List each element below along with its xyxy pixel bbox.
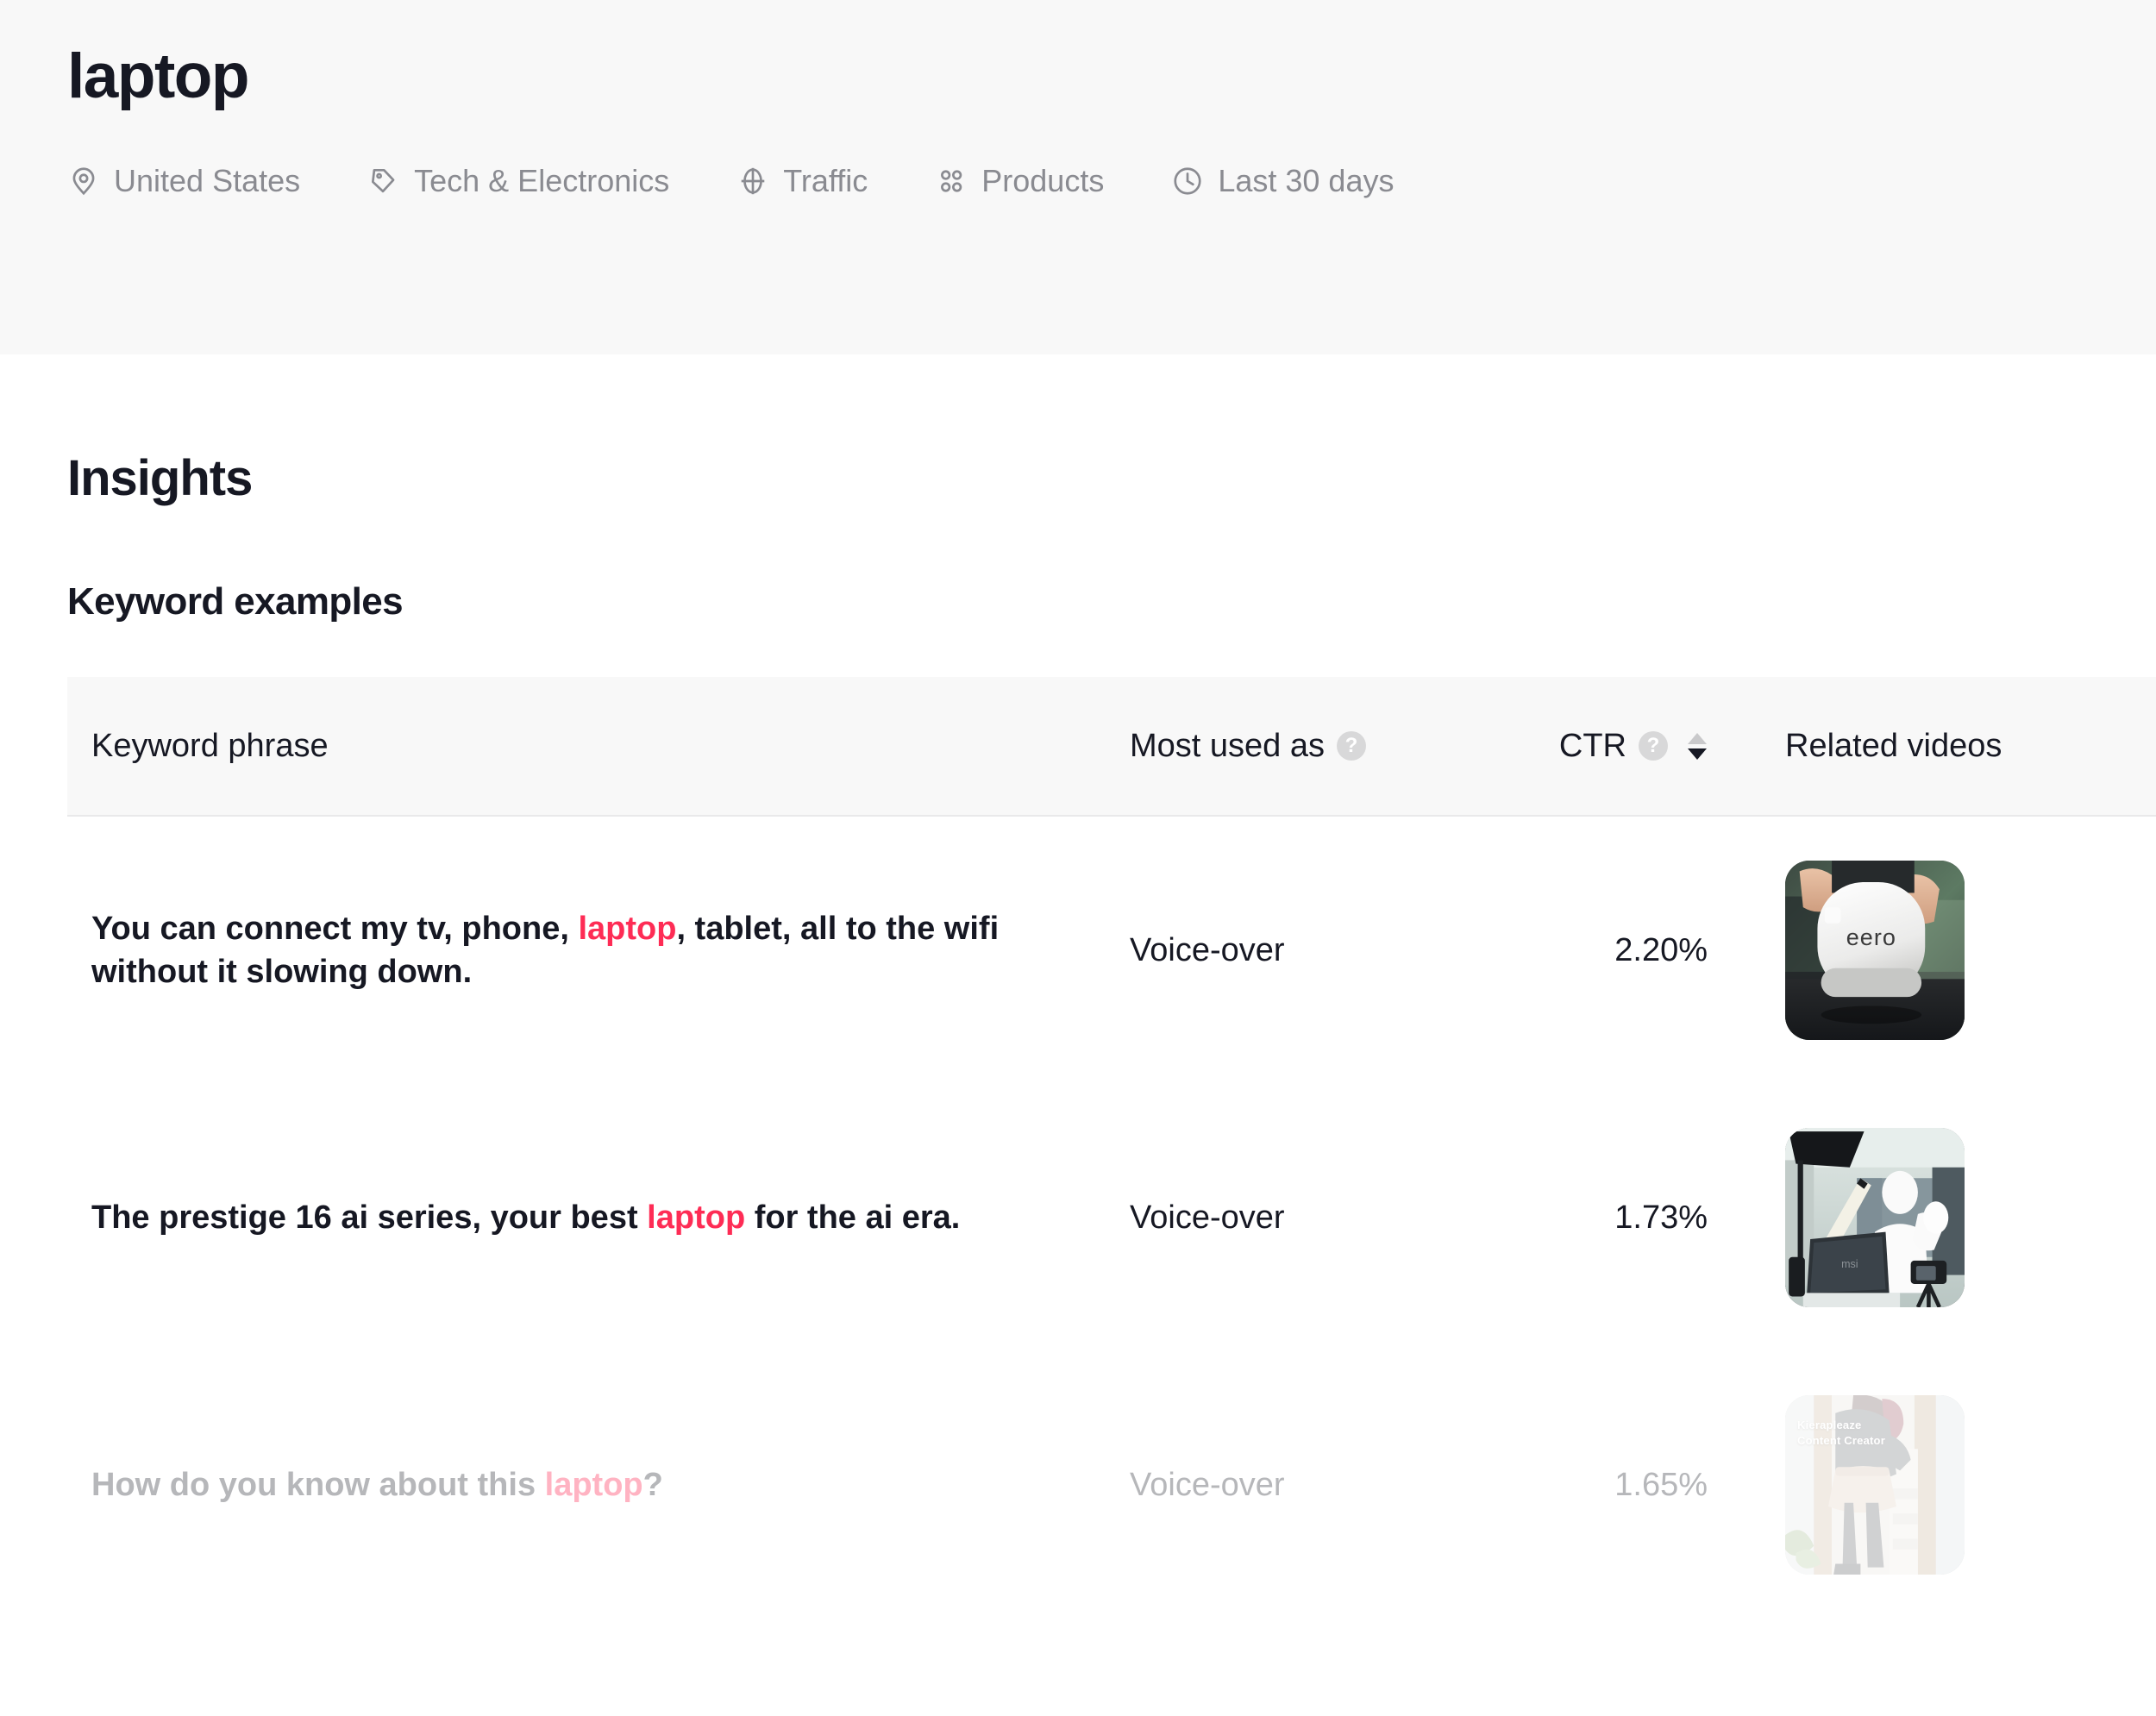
phrase-suffix: ? (642, 1466, 663, 1503)
table-row[interactable]: How do you know about this laptop? Voice… (67, 1351, 2156, 1619)
keyword-phrase-text: The prestige 16 ai series, your best lap… (91, 1196, 1001, 1239)
svg-text:eero: eero (1846, 924, 1896, 950)
meta-label-region: United States (114, 163, 301, 198)
help-icon-ctr[interactable]: ? (1639, 731, 1668, 761)
table-header-row: Keyword phrase Most used as ? CTR ? Rela… (67, 677, 2156, 817)
meta-label-category: Tech & Electronics (414, 163, 670, 198)
phrase-prefix: You can connect my tv, phone, (91, 910, 579, 947)
meta-label-daterange: Last 30 days (1218, 163, 1395, 198)
most-used-as-value: Voice-over (1130, 931, 1285, 968)
phrase-highlight: laptop (544, 1466, 643, 1503)
sort-ascending-arrow-icon[interactable] (1688, 732, 1707, 744)
target-icon (736, 165, 769, 197)
meta-label-traffic: Traffic (783, 163, 868, 198)
column-label-ctr: CTR (1558, 727, 1626, 764)
cell-keyword-phrase: You can connect my tv, phone, laptop, ta… (67, 907, 1130, 993)
ctr-value: 2.20% (1614, 931, 1708, 968)
location-pin-icon (67, 165, 100, 197)
sort-toggle-icon[interactable] (1687, 732, 1708, 760)
cell-most-used-as: Voice-over (1130, 932, 1432, 969)
cell-most-used-as: Voice-over (1130, 1467, 1432, 1504)
cell-ctr: 1.73% (1432, 1199, 1708, 1237)
cell-keyword-phrase: The prestige 16 ai series, your best lap… (67, 1196, 1130, 1239)
meta-chip-products[interactable]: Products (935, 165, 1104, 197)
cell-keyword-phrase: How do you know about this laptop? (67, 1463, 1130, 1506)
help-icon-most-used-as[interactable]: ? (1337, 731, 1366, 761)
cell-related-videos: eero (1708, 861, 2156, 1040)
ctr-value: 1.65% (1614, 1466, 1708, 1503)
video-thumbnail-creator-doorway[interactable]: Kierapleaze Content Creator (1785, 1395, 1965, 1575)
phrase-highlight: laptop (647, 1199, 746, 1236)
thumbnail-caption: Kierapleaze Content Creator (1797, 1419, 1885, 1447)
meta-chip-traffic[interactable]: Traffic (736, 165, 868, 197)
cell-ctr: 1.65% (1432, 1467, 1708, 1504)
insights-heading: Insights (67, 450, 253, 506)
keyword-phrase-text: How do you know about this laptop? (91, 1463, 1001, 1506)
sort-descending-arrow-icon[interactable] (1688, 748, 1707, 760)
meta-chip-region[interactable]: United States (67, 165, 300, 197)
cell-related-videos: msi (1708, 1128, 2156, 1307)
cell-ctr: 2.20% (1432, 932, 1708, 969)
meta-chip-daterange[interactable]: Last 30 days (1171, 165, 1394, 197)
phrase-suffix: for the ai era. (745, 1199, 961, 1236)
main-content: Insights Keyword examples Keyword phrase… (0, 354, 2156, 1619)
meta-chip-category[interactable]: Tech & Electronics (367, 165, 669, 197)
svg-text:msi: msi (1841, 1258, 1858, 1270)
most-used-as-value: Voice-over (1130, 1466, 1285, 1503)
products-grid-icon (935, 165, 968, 197)
meta-label-products: Products (981, 163, 1105, 198)
page-header: laptop United States Tech & Electronics (0, 0, 2156, 354)
column-header-keyword-phrase: Keyword phrase (67, 728, 1130, 765)
column-label-related-videos: Related videos (1785, 727, 2002, 764)
phrase-prefix: How do you know about this (91, 1466, 545, 1503)
page-title: laptop (67, 41, 249, 111)
keyword-examples-table: Keyword phrase Most used as ? CTR ? Rela… (67, 677, 2156, 1619)
table-row[interactable]: The prestige 16 ai series, your best lap… (67, 1084, 2156, 1351)
keyword-examples-heading: Keyword examples (67, 580, 404, 623)
most-used-as-value: Voice-over (1130, 1199, 1285, 1236)
column-label-keyword-phrase: Keyword phrase (91, 727, 329, 764)
table-row[interactable]: You can connect my tv, phone, laptop, ta… (67, 817, 2156, 1084)
column-label-most-used-as: Most used as (1130, 727, 1325, 764)
video-thumbnail-eero-router[interactable]: eero (1785, 861, 1965, 1040)
tag-icon (367, 165, 400, 197)
column-header-related-videos: Related videos (1708, 728, 2156, 765)
column-header-ctr[interactable]: CTR ? (1432, 728, 1708, 765)
column-header-most-used-as: Most used as ? (1130, 728, 1432, 765)
cell-most-used-as: Voice-over (1130, 1199, 1432, 1237)
phrase-prefix: The prestige 16 ai series, your best (91, 1199, 648, 1236)
cell-related-videos: Kierapleaze Content Creator (1708, 1395, 2156, 1575)
video-thumbnail-studio-creator[interactable]: msi (1785, 1128, 1965, 1307)
keyword-phrase-text: You can connect my tv, phone, laptop, ta… (91, 907, 1001, 993)
filter-meta-row: United States Tech & Electronics Traffic (67, 165, 2156, 197)
phrase-highlight: laptop (578, 910, 677, 947)
clock-icon (1171, 165, 1204, 197)
ctr-value: 1.73% (1614, 1199, 1708, 1236)
